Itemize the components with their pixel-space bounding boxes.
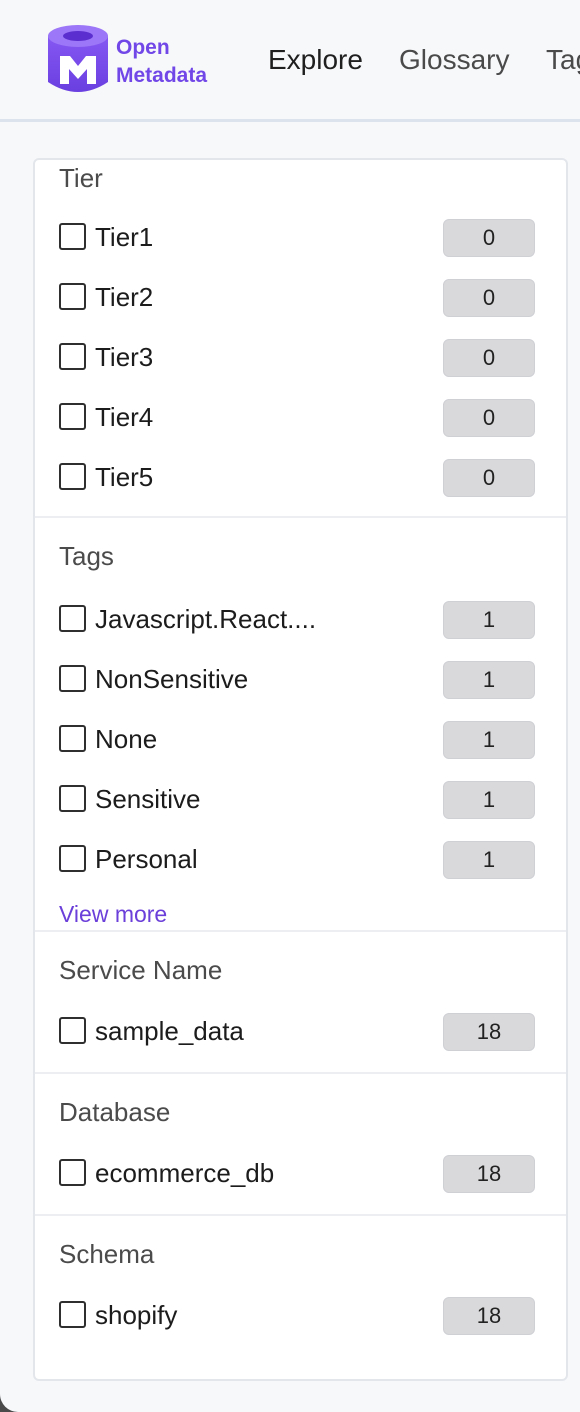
filter-row-tier3[interactable]: Tier3 0 bbox=[59, 339, 535, 379]
section-title-tags: Tags bbox=[59, 541, 114, 571]
section-title-schema: Schema bbox=[59, 1239, 155, 1269]
filter-label: Tier2 bbox=[95, 282, 154, 312]
count-badge: 0 bbox=[443, 219, 535, 257]
filter-label: Tier5 bbox=[95, 462, 154, 492]
nav-tags[interactable]: Tags bbox=[546, 42, 580, 78]
filter-row-tag[interactable]: None 1 bbox=[59, 721, 535, 761]
count-badge: 0 bbox=[443, 399, 535, 437]
filter-row-schema[interactable]: shopify 18 bbox=[59, 1297, 535, 1337]
checkbox[interactable] bbox=[59, 223, 86, 250]
view-more-link[interactable]: View more bbox=[59, 899, 167, 929]
filter-label: None bbox=[95, 724, 158, 754]
logo-line-open: Open bbox=[116, 36, 170, 59]
filter-label: NonSensitive bbox=[95, 664, 249, 694]
top-navbar: Open Metadata Explore Glossary Tags bbox=[0, 0, 580, 122]
filter-label: Personal bbox=[95, 844, 198, 874]
filter-row-tag[interactable]: NonSensitive 1 bbox=[59, 661, 535, 701]
count-badge: 1 bbox=[443, 721, 535, 759]
section-title-database: Database bbox=[59, 1097, 171, 1127]
filter-row-database[interactable]: ecommerce_db 18 bbox=[59, 1155, 535, 1195]
nav-explore[interactable]: Explore bbox=[268, 42, 363, 78]
count-badge: 18 bbox=[443, 1155, 535, 1193]
count-badge: 1 bbox=[443, 841, 535, 879]
filter-label: Tier3 bbox=[95, 342, 154, 372]
filter-label: Tier4 bbox=[95, 402, 154, 432]
app-window: Open Metadata Explore Glossary Tags Tier… bbox=[0, 0, 580, 1412]
count-badge: 18 bbox=[443, 1013, 535, 1051]
count-badge: 0 bbox=[443, 339, 535, 377]
filter-section-tags: Tags Javascript.React.... 1 NonSensitive… bbox=[35, 518, 566, 932]
count-badge: 1 bbox=[443, 661, 535, 699]
filter-section-database: Database ecommerce_db 18 bbox=[35, 1074, 566, 1216]
checkbox[interactable] bbox=[59, 463, 86, 490]
openmetadata-logo[interactable]: Open Metadata bbox=[46, 22, 236, 98]
logo-line-metadata: Metadata bbox=[116, 64, 208, 87]
checkbox[interactable] bbox=[59, 605, 86, 632]
checkbox[interactable] bbox=[59, 343, 86, 370]
count-badge: 0 bbox=[443, 279, 535, 317]
checkbox[interactable] bbox=[59, 1017, 86, 1044]
filter-section-schema: Schema shopify 18 bbox=[35, 1216, 566, 1376]
filter-label: shopify bbox=[95, 1300, 178, 1330]
section-title-tier: Tier bbox=[59, 163, 103, 193]
nav-glossary[interactable]: Glossary bbox=[399, 42, 509, 78]
filter-section-service: Service Name sample_data 18 bbox=[35, 932, 566, 1074]
filter-row-tier2[interactable]: Tier2 0 bbox=[59, 279, 535, 319]
section-title-service: Service Name bbox=[59, 955, 223, 985]
filter-label: Tier1 bbox=[95, 222, 154, 252]
checkbox[interactable] bbox=[59, 785, 86, 812]
checkbox[interactable] bbox=[59, 1159, 86, 1186]
count-badge: 1 bbox=[443, 601, 535, 639]
filter-row-tag[interactable]: Javascript.React.... 1 bbox=[59, 601, 535, 641]
count-badge: 1 bbox=[443, 781, 535, 819]
count-badge: 18 bbox=[443, 1297, 535, 1335]
filter-section-tier: Tier Tier1 0 Tier2 0 Tier3 0 Tier4 0 Tie… bbox=[35, 160, 566, 518]
count-badge: 0 bbox=[443, 459, 535, 497]
filter-label: sample_data bbox=[95, 1016, 244, 1046]
checkbox[interactable] bbox=[59, 283, 86, 310]
filter-row-tier5[interactable]: Tier5 0 bbox=[59, 459, 535, 499]
logo-wordmark: Open Metadata bbox=[116, 34, 207, 90]
checkbox[interactable] bbox=[59, 403, 86, 430]
filter-row-service[interactable]: sample_data 18 bbox=[59, 1013, 535, 1053]
filter-row-tier4[interactable]: Tier4 0 bbox=[59, 399, 535, 439]
openmetadata-logo-icon bbox=[48, 25, 108, 92]
filter-row-tier1[interactable]: Tier1 0 bbox=[59, 219, 535, 259]
filter-label: Javascript.React.... bbox=[95, 604, 317, 634]
filter-row-tag[interactable]: Personal 1 bbox=[59, 841, 535, 881]
filter-panel: Tier Tier1 0 Tier2 0 Tier3 0 Tier4 0 Tie… bbox=[33, 158, 568, 1381]
checkbox[interactable] bbox=[59, 725, 86, 752]
filter-row-tag[interactable]: Sensitive 1 bbox=[59, 781, 535, 821]
checkbox[interactable] bbox=[59, 845, 86, 872]
checkbox[interactable] bbox=[59, 665, 86, 692]
filter-label: ecommerce_db bbox=[95, 1158, 275, 1188]
filter-label: Sensitive bbox=[95, 784, 201, 814]
checkbox[interactable] bbox=[59, 1301, 86, 1328]
